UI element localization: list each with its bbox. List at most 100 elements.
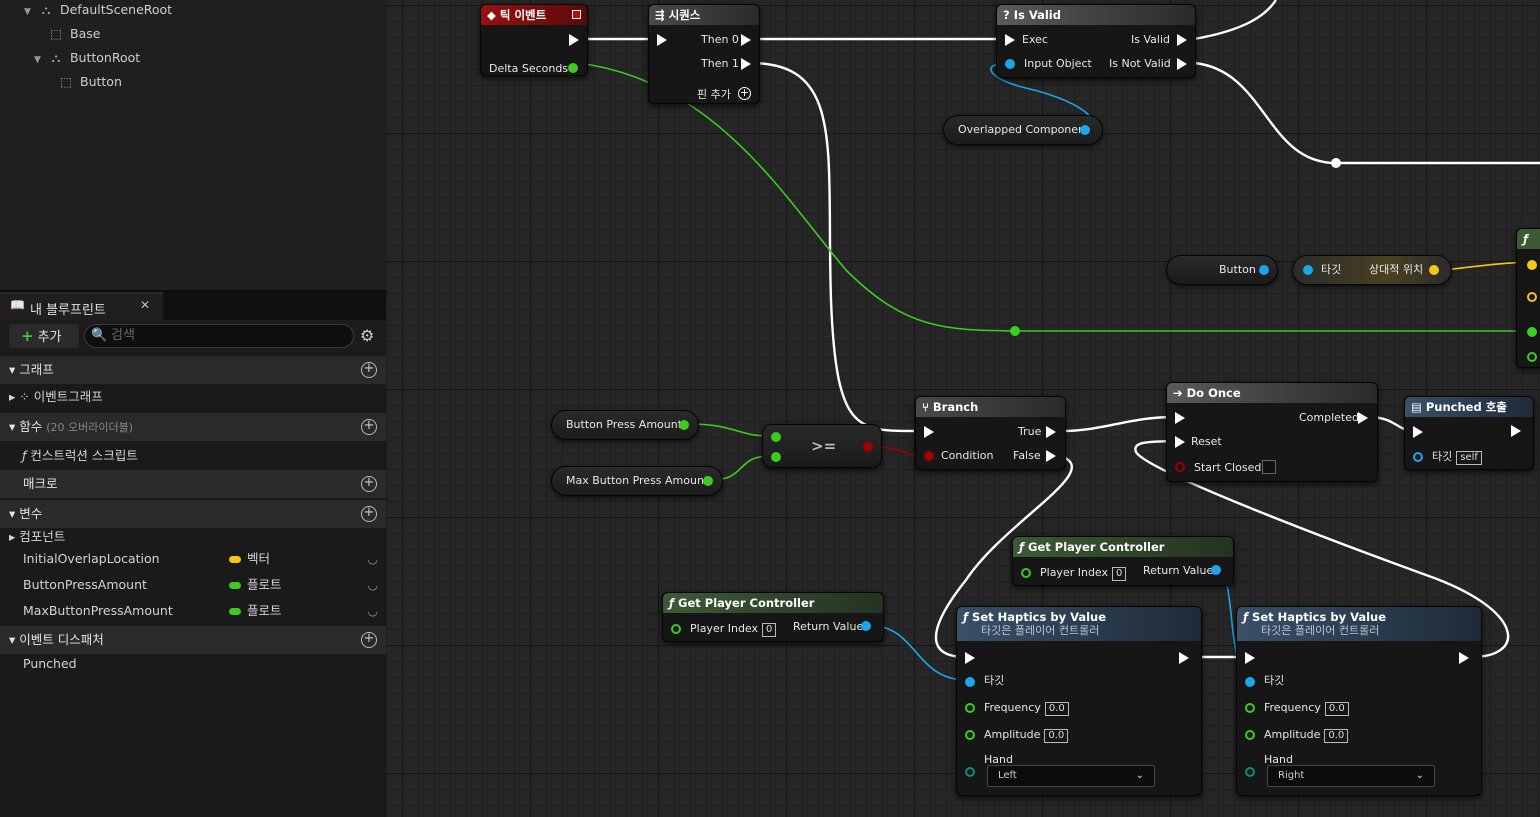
add-dispatcher-icon[interactable]: + [361, 632, 377, 648]
float-out-pin[interactable] [568, 63, 578, 73]
frequency-field[interactable]: 0.0 [1324, 702, 1349, 716]
exec-out-pin[interactable] [569, 34, 579, 46]
exec-out-pin[interactable] [1179, 652, 1189, 664]
object-in-pin[interactable] [1303, 265, 1313, 275]
float-in-pin[interactable] [1527, 327, 1537, 337]
component-row-buttonroot[interactable]: ▼ ⛬ ButtonRoot [34, 48, 140, 68]
bool-in-pin[interactable] [924, 451, 934, 461]
section-graphs[interactable]: ▾ 그래프 + [0, 356, 386, 384]
object-out-pin[interactable] [1259, 265, 1269, 275]
exec-out-pin[interactable] [1511, 425, 1521, 437]
variable-type-pill[interactable] [229, 608, 241, 615]
button-press-amount-node[interactable]: Button Press Amount [551, 410, 699, 440]
exec-out-pin[interactable] [1459, 652, 1469, 664]
exec-in-pin[interactable] [1413, 426, 1423, 438]
player-index-field[interactable]: 0 [762, 623, 777, 637]
exec-in-pin[interactable] [965, 652, 975, 664]
eye-closed-icon[interactable]: ◡ [368, 546, 378, 572]
do-once-node[interactable]: ➔ Do Once Completed Reset Start Closed [1166, 382, 1378, 482]
float-in-pin[interactable] [965, 730, 975, 740]
hand-dropdown[interactable]: Left ⌄ [987, 765, 1155, 787]
object-out-pin[interactable] [861, 621, 871, 631]
relative-location-node[interactable]: 타깃 상대적 위치 [1292, 255, 1452, 285]
exec-in-pin[interactable] [924, 426, 934, 438]
offscreen-function-node[interactable]: ƒ [1516, 228, 1540, 368]
frequency-field[interactable]: 0.0 [1044, 702, 1069, 716]
punched-call-node[interactable]: ▤ Punched 호출 타깃 self [1404, 396, 1534, 470]
exec-in-pin[interactable] [1175, 412, 1185, 424]
bool-in-pin[interactable] [1175, 462, 1185, 472]
max-button-press-amount-node[interactable]: Max Button Press Amount [551, 466, 723, 496]
set-haptics-node-left[interactable]: ƒ Set Haptics by Value 타깃은 플레이어 컨트롤러 타깃 F… [956, 606, 1202, 796]
variable-row[interactable]: MaxButtonPressAmount 플로트 ◡ [0, 598, 386, 624]
float-in-pin[interactable] [771, 432, 781, 442]
exec-in-pin[interactable] [1175, 436, 1185, 448]
greater-equal-node[interactable]: >= [762, 424, 882, 468]
bool-out-pin[interactable] [863, 442, 873, 452]
hand-dropdown[interactable]: Right ⌄ [1267, 765, 1435, 787]
start-closed-checkbox[interactable] [1262, 460, 1276, 474]
sequence-node[interactable]: ⇶ 시퀀스 Then 0 Then 1 핀 추가 + [648, 4, 760, 104]
exec-out-pin[interactable] [1177, 58, 1187, 70]
add-function-icon[interactable]: + [361, 419, 377, 435]
object-in-pin[interactable] [1005, 59, 1015, 69]
add-pin-icon[interactable]: + [738, 87, 751, 100]
branch-node[interactable]: ⑂ Branch True Condition False [915, 396, 1066, 470]
amplitude-field[interactable]: 0.0 [1324, 729, 1349, 743]
float-in-pin[interactable] [771, 452, 781, 462]
variable-row[interactable]: ButtonPressAmount 플로트 ◡ [0, 572, 386, 598]
get-player-controller-node[interactable]: ƒ Get Player Controller Player Index 0 Re… [662, 592, 884, 642]
int-in-pin[interactable] [671, 624, 681, 634]
add-graph-icon[interactable]: + [361, 362, 377, 378]
eye-closed-icon[interactable]: ◡ [368, 572, 378, 598]
search-input[interactable]: 🔍 검색 [84, 324, 354, 348]
exec-out-pin[interactable] [741, 34, 751, 46]
vector-in-pin[interactable] [1527, 260, 1537, 270]
float-in-pin[interactable] [1527, 352, 1537, 362]
construction-script-item[interactable]: ƒ 컨스트럭션 스크립트 [0, 443, 386, 469]
exec-out-pin[interactable] [1046, 426, 1056, 438]
float-in-pin[interactable] [1245, 730, 1255, 740]
float-out-pin[interactable] [679, 420, 689, 430]
exec-in-pin[interactable] [657, 34, 667, 46]
variable-type-pill[interactable] [229, 582, 241, 589]
event-graph-canvas[interactable]: ◆ 틱 이벤트 Delta Seconds ⇶ 시퀀스 Then 0 Then … [386, 0, 1540, 817]
exec-out-pin[interactable] [1358, 412, 1368, 424]
tick-event-node[interactable]: ◆ 틱 이벤트 Delta Seconds [480, 4, 588, 76]
int-in-pin[interactable] [1021, 568, 1031, 578]
exec-in-pin[interactable] [1245, 652, 1255, 664]
gear-icon[interactable]: ⚙ [360, 326, 374, 345]
section-macros[interactable]: 매크로 + [0, 470, 386, 498]
enum-in-pin[interactable] [965, 767, 975, 777]
add-button[interactable]: + 추가 [9, 324, 79, 348]
component-row-defaultsceneroot[interactable]: ▼ ⛬ DefaultSceneRoot [24, 0, 172, 20]
overlapped-component-node[interactable]: Overlapped Component [943, 115, 1103, 145]
section-functions[interactable]: ▾ 함수 (20 오버라이더블) + [0, 413, 386, 441]
component-row-base[interactable]: ⬚ Base [48, 24, 100, 44]
close-icon[interactable]: ✕ [140, 298, 150, 312]
amplitude-field[interactable]: 0.0 [1044, 729, 1069, 743]
chevron-right-icon[interactable]: ▸ [9, 389, 19, 404]
exec-out-pin[interactable] [741, 58, 751, 70]
eye-closed-icon[interactable]: ◡ [368, 598, 378, 624]
button-variable-node[interactable]: Button [1166, 255, 1278, 285]
component-row-button[interactable]: ⬚ Button [58, 72, 122, 92]
set-haptics-node-right[interactable]: ƒ Set Haptics by Value 타깃은 플레이어 컨트롤러 타깃 F… [1236, 606, 1482, 796]
exec-out-pin[interactable] [1177, 34, 1187, 46]
tab-my-blueprint[interactable]: 📖 내 블루프린트 ✕ [0, 292, 163, 320]
exec-out-pin[interactable] [1046, 450, 1056, 462]
collapse-triangle-icon[interactable]: ▼ [24, 2, 34, 22]
add-macro-icon[interactable]: + [361, 476, 377, 492]
collapse-triangle-icon[interactable]: ▼ [34, 50, 44, 70]
float-in-pin[interactable] [965, 703, 975, 713]
float-out-pin[interactable] [703, 476, 713, 486]
object-in-pin[interactable] [1245, 677, 1255, 687]
get-player-controller-node[interactable]: ƒ Get Player Controller Player Index 0 Re… [1012, 536, 1234, 586]
float-in-pin[interactable] [1245, 703, 1255, 713]
object-in-pin[interactable] [1413, 452, 1423, 462]
variable-row[interactable]: InitialOverlapLocation 벡터 ◡ [0, 546, 386, 572]
variable-type-pill[interactable] [229, 556, 241, 563]
section-event-dispatchers[interactable]: ▾ 이벤트 디스패처 + [0, 626, 386, 654]
vector-out-pin[interactable] [1429, 265, 1439, 275]
object-out-pin[interactable] [1211, 565, 1221, 575]
